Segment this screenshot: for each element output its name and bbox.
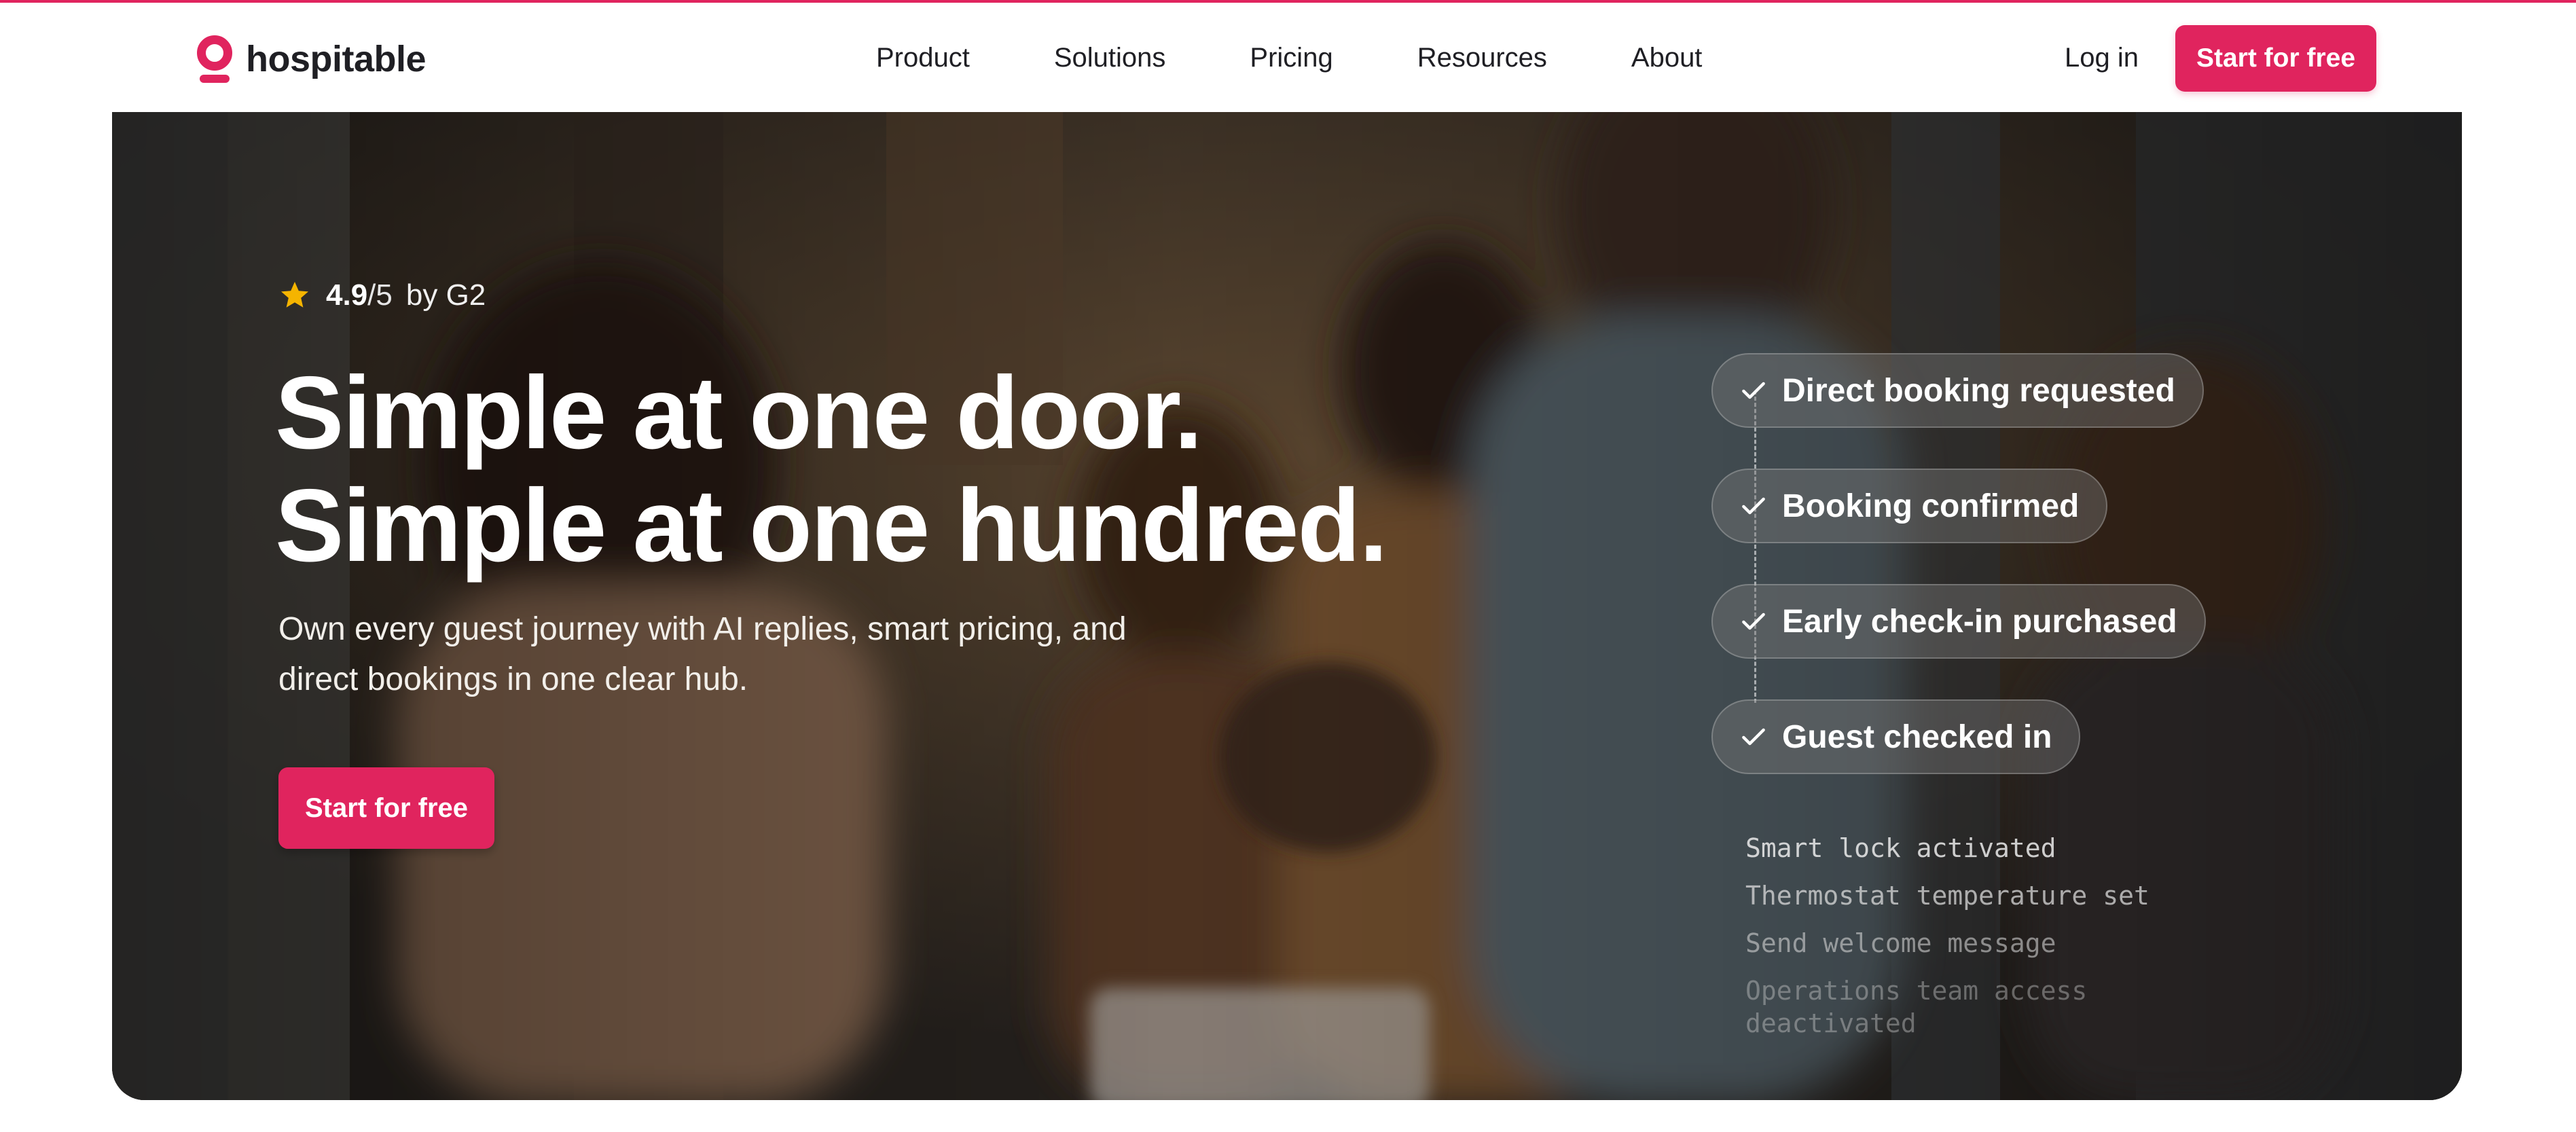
- rating-out-of: /5: [367, 278, 393, 312]
- timeline-step-direct-booking: Direct booking requested: [1711, 353, 2204, 428]
- main-nav: Product Solutions Pricing Resources Abou…: [876, 37, 1702, 79]
- timeline-step-label: Booking confirmed: [1782, 488, 2080, 524]
- g2-rating: 4.9 /5 by G2: [278, 278, 486, 312]
- start-free-button-hero[interactable]: Start for free: [278, 767, 494, 849]
- hero-subtitle: Own every guest journey with AI replies,…: [278, 611, 1127, 697]
- task-item: Send welcome message: [1745, 928, 2056, 958]
- login-link[interactable]: Log in: [2065, 37, 2139, 79]
- hero-headline: Simple at one door. Simple at one hundre…: [275, 357, 1498, 582]
- logo[interactable]: hospitable: [197, 35, 427, 83]
- star-icon: [281, 282, 308, 308]
- check-icon: [1742, 728, 1765, 746]
- timeline-step-early-checkin: Early check-in purchased: [1711, 584, 2206, 659]
- headline-line-2: Simple at one hundred.: [275, 468, 1388, 583]
- task-item: Smart lock activated: [1745, 833, 2056, 863]
- rating-score: 4.9: [326, 278, 368, 312]
- nav-product[interactable]: Product: [876, 43, 970, 73]
- automated-tasks-list: Smart lock activated Thermostat temperat…: [1745, 832, 2166, 1055]
- start-free-button-header[interactable]: Start for free: [2175, 25, 2376, 92]
- timeline-step-label: Early check-in purchased: [1782, 603, 2177, 640]
- nav-resources[interactable]: Resources: [1417, 43, 1547, 73]
- nav-pricing[interactable]: Pricing: [1250, 43, 1332, 73]
- nav-about[interactable]: About: [1631, 43, 1703, 73]
- task-item: Operations team access deactivated: [1745, 976, 2088, 1038]
- site-header: hospitable Product Solutions Pricing Res…: [0, 3, 2576, 110]
- rating-source: by G2: [405, 278, 486, 312]
- logo-icon: [197, 35, 232, 83]
- task-item: Thermostat temperature set: [1745, 881, 2149, 911]
- timeline-step-booking-confirmed: Booking confirmed: [1711, 469, 2108, 543]
- check-icon: [1742, 497, 1765, 515]
- check-icon: [1742, 613, 1765, 630]
- headline-line-1: Simple at one door.: [275, 355, 1203, 471]
- timeline-step-label: Guest checked in: [1782, 718, 2052, 755]
- timeline-step-guest-checked-in: Guest checked in: [1711, 699, 2081, 774]
- hero-section: 4.9 /5 by G2 Simple at one door. Simple …: [112, 112, 2462, 1100]
- check-icon: [1742, 382, 1765, 399]
- timeline-step-label: Direct booking requested: [1782, 372, 2175, 409]
- nav-solutions[interactable]: Solutions: [1054, 43, 1166, 73]
- logo-text: hospitable: [246, 39, 427, 79]
